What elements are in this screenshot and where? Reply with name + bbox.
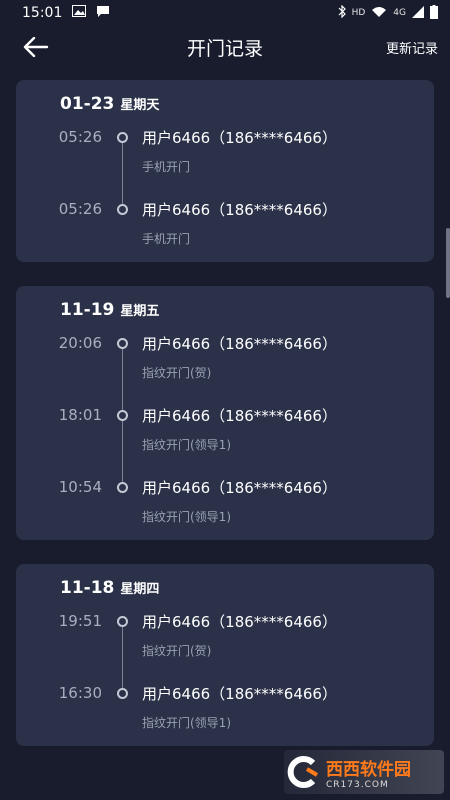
timeline-line	[122, 349, 123, 410]
record-entry: 16:30 用户6466（186****6466） 指纹开门(领导1)	[16, 680, 434, 732]
timeline-line	[122, 421, 123, 482]
card-date: 01-23	[60, 94, 115, 114]
card-date: 11-18	[60, 578, 115, 598]
record-entry: 19:51 用户6466（186****6466） 指纹开门(贺)	[16, 608, 434, 688]
signal-icon	[412, 5, 424, 21]
entry-method: 指纹开门(贺)	[142, 366, 212, 380]
timeline-rail	[102, 124, 142, 204]
card-weekday: 星期四	[120, 582, 160, 597]
timeline-dot-icon	[117, 688, 128, 699]
entry-user: 用户6466（186****6466）	[142, 201, 337, 219]
card-date-header: 01-23 星期天	[16, 94, 434, 114]
card-date: 11-19	[60, 300, 115, 320]
gallery-icon	[72, 5, 87, 21]
timeline-dot-icon	[117, 204, 128, 215]
timeline-dot-icon	[117, 410, 128, 421]
record-entry: 10:54 用户6466（186****6466） 指纹开门(领导1)	[16, 474, 434, 526]
record-list: 01-23 星期天 05:26 用户6466（186****6466） 手机开门 05:2…	[0, 68, 450, 746]
record-card: 01-23 星期天 05:26 用户6466（186****6466） 手机开门 05:2…	[16, 80, 434, 262]
record-entry: 18:01 用户6466（186****6466） 指纹开门(领导1)	[16, 402, 434, 482]
scrollbar[interactable]	[446, 228, 450, 298]
watermark: 西西软件园 CR173.COM	[284, 750, 444, 794]
entry-method: 手机开门	[142, 160, 191, 174]
record-card: 11-19 星期五 20:06 用户6466（186****6466） 指纹开门(贺) 1…	[16, 286, 434, 540]
entry-method: 指纹开门(领导1)	[142, 716, 231, 730]
network-hd-label: HD	[351, 8, 366, 18]
entry-time: 10:54	[58, 478, 102, 496]
update-records-button[interactable]: 更新记录	[386, 38, 438, 57]
timeline-dot-icon	[117, 132, 128, 143]
back-button[interactable]	[18, 29, 54, 65]
signal-4g-label: 4G	[393, 8, 406, 18]
entry-method: 手机开门	[142, 232, 191, 246]
entry-user: 用户6466（186****6466）	[142, 335, 337, 353]
status-time: 15:01	[22, 5, 63, 21]
entry-time: 18:01	[58, 406, 102, 424]
timeline-dot-icon	[117, 338, 128, 349]
page-title: 开门记录	[186, 37, 263, 60]
card-date-header: 11-18 星期四	[16, 578, 434, 598]
timeline-rail	[102, 680, 142, 732]
entry-time: 05:26	[58, 128, 102, 146]
entry-method: 指纹开门(领导1)	[142, 438, 231, 452]
timeline-dot-icon	[117, 616, 128, 627]
entry-user: 用户6466（186****6466）	[142, 479, 337, 497]
watermark-logo-icon	[284, 752, 326, 792]
timeline-rail	[102, 402, 142, 482]
timeline-rail	[102, 608, 142, 688]
entry-method: 指纹开门(贺)	[142, 644, 212, 658]
app-bar: 开门记录 更新记录	[0, 26, 450, 68]
entry-time: 19:51	[58, 612, 102, 630]
record-entry: 20:06 用户6466（186****6466） 指纹开门(贺)	[16, 330, 434, 410]
entry-time: 05:26	[58, 200, 102, 218]
card-weekday: 星期五	[120, 304, 160, 319]
entry-user: 用户6466（186****6466）	[142, 685, 337, 703]
timeline-line	[122, 143, 123, 204]
wifi-icon	[371, 6, 387, 21]
card-date-header: 11-19 星期五	[16, 300, 434, 320]
entry-time: 16:30	[58, 684, 102, 702]
record-entry: 05:26 用户6466（186****6466） 手机开门	[16, 196, 434, 248]
card-weekday: 星期天	[120, 98, 160, 113]
timeline-rail	[102, 474, 142, 526]
entry-method: 指纹开门(领导1)	[142, 510, 231, 524]
message-icon	[96, 5, 110, 22]
record-card: 11-18 星期四 19:51 用户6466（186****6466） 指纹开门(贺) 1…	[16, 564, 434, 746]
status-bar: 15:01 HD 4G	[0, 0, 450, 26]
timeline-rail	[102, 330, 142, 410]
entry-user: 用户6466（186****6466）	[142, 613, 337, 631]
timeline-line	[122, 627, 123, 688]
arrow-left-icon	[23, 37, 49, 57]
entry-user: 用户6466（186****6466）	[142, 407, 337, 425]
timeline-rail	[102, 196, 142, 248]
timeline-dot-icon	[117, 482, 128, 493]
bluetooth-icon	[338, 4, 346, 21]
battery-icon	[430, 4, 438, 22]
record-entry: 05:26 用户6466（186****6466） 手机开门	[16, 124, 434, 204]
watermark-name: 西西软件园	[326, 759, 411, 780]
entry-time: 20:06	[58, 334, 102, 352]
entry-user: 用户6466（186****6466）	[142, 129, 337, 147]
watermark-domain: CR173.COM	[326, 779, 389, 790]
